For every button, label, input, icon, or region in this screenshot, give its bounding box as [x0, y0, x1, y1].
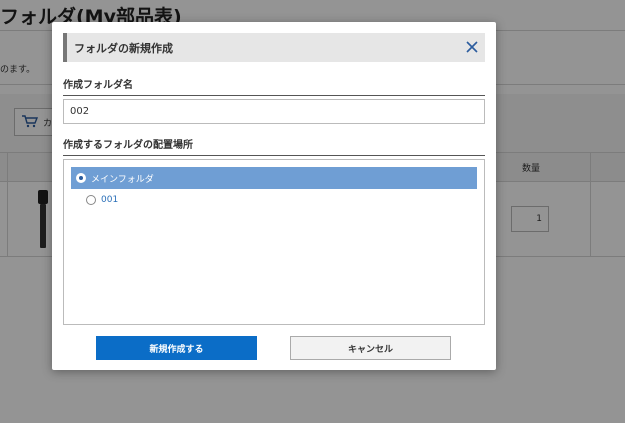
- cancel-button[interactable]: キャンセル: [290, 336, 451, 360]
- location-option-label: メインフォルダ: [91, 174, 154, 185]
- new-folder-dialog: フォルダの新規作成 作成フォルダ名 作成するフォルダの配置場所 メインフォルダ …: [52, 22, 496, 370]
- close-button[interactable]: [465, 40, 479, 54]
- folder-name-label: 作成フォルダ名: [63, 76, 485, 96]
- location-option-label: 001: [101, 195, 119, 205]
- dialog-header: フォルダの新規作成: [63, 33, 485, 62]
- folder-location-list: メインフォルダ 001: [63, 159, 485, 325]
- folder-name-input[interactable]: [63, 99, 485, 124]
- location-option-main[interactable]: メインフォルダ: [71, 167, 477, 189]
- dialog-title: フォルダの新規作成: [74, 41, 173, 55]
- create-folder-button[interactable]: 新規作成する: [96, 336, 257, 360]
- folder-location-label: 作成するフォルダの配置場所: [63, 136, 485, 156]
- location-option-001[interactable]: 001: [86, 189, 118, 211]
- close-icon: [466, 41, 478, 53]
- radio-unselected-icon: [86, 195, 96, 205]
- radio-selected-icon: [76, 173, 86, 183]
